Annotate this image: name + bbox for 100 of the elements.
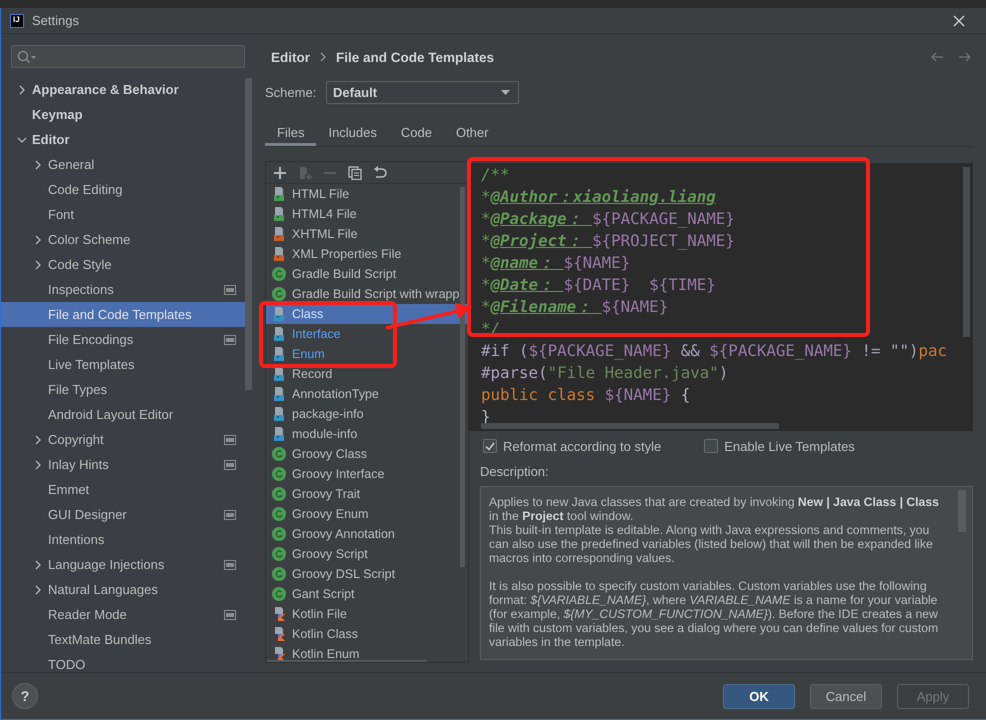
- tree-item[interactable]: File and Code Templates: [1, 302, 245, 327]
- tree-item[interactable]: Live Templates: [1, 352, 245, 377]
- list-item[interactable]: Kotlin File: [266, 604, 468, 624]
- tab[interactable]: Other: [444, 118, 500, 146]
- undo-icon[interactable]: [373, 166, 387, 180]
- tree-item[interactable]: Emmet: [1, 477, 245, 502]
- scrollbar-thumb[interactable]: [963, 167, 970, 337]
- chevron-icon[interactable]: [33, 584, 43, 594]
- plus-icon[interactable]: [273, 166, 287, 180]
- list-item[interactable]: Groovy DSL Script: [266, 564, 468, 584]
- list-item[interactable]: Kotlin Class: [266, 624, 468, 644]
- circle-icon: [271, 526, 287, 542]
- scheme-label: Scheme:: [265, 84, 318, 100]
- list-item[interactable]: Interface: [266, 324, 468, 344]
- copy-icon[interactable]: [348, 166, 362, 180]
- code-line: /**: [481, 164, 510, 186]
- code-line: *@Package： ${PACKAGE_NAME}: [481, 208, 735, 230]
- list-item[interactable]: Record: [266, 364, 468, 384]
- circle-icon: [271, 466, 287, 482]
- list-item[interactable]: Groovy Enum: [266, 504, 468, 524]
- file-icon: [271, 186, 287, 202]
- file-icon: [271, 426, 287, 442]
- chevron-icon[interactable]: [33, 160, 43, 170]
- chevron-icon[interactable]: [33, 560, 43, 570]
- description-text: Applies to new Java classes that are created by invoking New | Java Class | Class in the Project tool window.: [489, 495, 940, 523]
- code-line: #parse("File Header.java"): [481, 362, 728, 384]
- list-item[interactable]: XHTML File: [266, 224, 468, 244]
- tree-item[interactable]: File Encodings: [1, 327, 245, 352]
- checkbox[interactable]: [483, 439, 497, 453]
- tree-item[interactable]: General: [1, 152, 245, 177]
- list-item[interactable]: Groovy Interface: [266, 464, 468, 484]
- tree-item[interactable]: Keymap: [1, 102, 245, 127]
- list-item[interactable]: Gant Script: [266, 584, 468, 604]
- tab[interactable]: Includes: [316, 118, 389, 146]
- tree-item[interactable]: TextMate Bundles: [1, 627, 245, 652]
- tree-item[interactable]: Editor: [1, 127, 245, 152]
- code-line: public class ${NAME} {: [481, 384, 690, 406]
- chevron-icon[interactable]: [33, 434, 43, 444]
- chevron-icon[interactable]: [17, 134, 27, 144]
- tree-item[interactable]: Appearance & Behavior: [1, 77, 245, 102]
- list-item[interactable]: AnnotationType: [266, 384, 468, 404]
- code-editor[interactable]: [468, 163, 973, 431]
- tree-item[interactable]: Code Style: [1, 252, 245, 277]
- search-icon: [17, 50, 37, 64]
- checkbox[interactable]: [704, 439, 718, 453]
- tree-item[interactable]: Copyright: [1, 427, 245, 452]
- circle-icon: [271, 566, 287, 582]
- checkbox-label[interactable]: Enable Live Templates: [724, 438, 855, 454]
- code-line: #if (${PACKAGE_NAME} && ${PACKAGE_NAME} != "")pac: [481, 340, 948, 362]
- description-label: Description:: [479, 463, 550, 481]
- tree-item[interactable]: Natural Languages: [1, 577, 245, 602]
- tree-item[interactable]: File Types: [1, 377, 245, 402]
- chevron-icon[interactable]: [17, 84, 27, 94]
- tree-item[interactable]: Language Injections: [1, 552, 245, 577]
- chevron-icon[interactable]: [33, 260, 43, 270]
- tree-item[interactable]: GUI Designer: [1, 502, 245, 527]
- search-field[interactable]: [11, 45, 245, 68]
- list-item[interactable]: Groovy Script: [266, 544, 468, 564]
- close-icon[interactable]: [953, 14, 965, 26]
- tree-item[interactable]: Font: [1, 202, 245, 227]
- tree-item[interactable]: Reader Mode: [1, 602, 245, 627]
- file-icon: [271, 406, 287, 422]
- tree-item[interactable]: Android Layout Editor: [1, 402, 245, 427]
- file-icon: [271, 226, 287, 242]
- tree-item[interactable]: Color Scheme: [1, 227, 245, 252]
- breadcrumb-item[interactable]: File and Code Templates: [336, 50, 494, 64]
- checkbox-label[interactable]: Reformat according to style: [503, 438, 662, 454]
- chevron-icon[interactable]: [33, 460, 43, 470]
- list-item[interactable]: module-info: [266, 424, 468, 444]
- list-item[interactable]: Groovy Class: [266, 444, 468, 464]
- tree-item[interactable]: TODO: [1, 652, 245, 672]
- chevron-icon[interactable]: [33, 234, 43, 244]
- tree-item[interactable]: Code Editing: [1, 177, 245, 202]
- list-item[interactable]: XML Properties File: [266, 244, 468, 264]
- list-item[interactable]: Gradle Build Script: [266, 264, 468, 284]
- tree-item[interactable]: Intentions: [1, 527, 245, 552]
- tab[interactable]: Files: [265, 118, 316, 146]
- help-button[interactable]: ?: [12, 683, 38, 709]
- scrollbar-thumb[interactable]: [460, 187, 465, 567]
- scheme-dropdown[interactable]: Default: [326, 80, 519, 104]
- tree-item[interactable]: Inspections: [1, 277, 245, 302]
- file-icon: [271, 346, 287, 362]
- breadcrumb-item[interactable]: Editor: [271, 50, 310, 64]
- list-item[interactable]: Groovy Trait: [266, 484, 468, 504]
- tree-item[interactable]: Inlay Hints: [1, 452, 245, 477]
- file-icon: [271, 366, 287, 382]
- list-item[interactable]: HTML4 File: [266, 204, 468, 224]
- dialog-button[interactable]: Cancel: [810, 684, 882, 708]
- tab[interactable]: Code: [388, 118, 444, 146]
- list-item[interactable]: Enum: [266, 344, 468, 364]
- list-item[interactable]: package-info: [266, 404, 468, 424]
- file-icon: [271, 306, 287, 322]
- list-item[interactable]: Gradle Build Script with wrapp: [266, 284, 468, 304]
- dialog-button[interactable]: OK: [723, 684, 795, 708]
- list-item[interactable]: Groovy Annotation: [266, 524, 468, 544]
- list-item[interactable]: HTML File: [266, 184, 468, 204]
- scrollbar-thumb[interactable]: [481, 423, 779, 429]
- list-item[interactable]: Kotlin Enum: [266, 644, 468, 662]
- scrollbar-thumb[interactable]: [245, 78, 252, 390]
- code-line: *@name： ${NAME}: [481, 252, 630, 274]
